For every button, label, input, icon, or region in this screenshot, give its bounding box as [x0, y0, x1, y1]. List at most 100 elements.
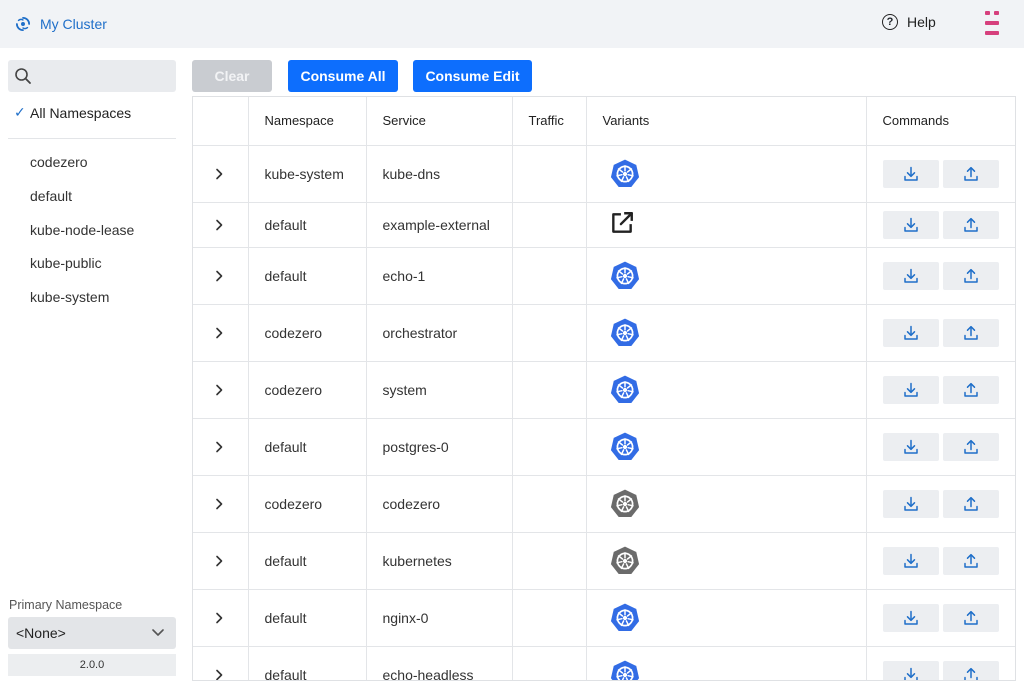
kubernetes-inactive-icon [609, 544, 640, 575]
traffic-cell [512, 532, 587, 590]
service-cell: postgres-0 [366, 418, 513, 476]
serve-button[interactable] [942, 432, 999, 461]
upload-icon [963, 382, 978, 397]
consume-button[interactable] [882, 546, 939, 575]
expand-row-button[interactable] [193, 202, 249, 248]
consume-all-button[interactable]: Consume All [288, 60, 398, 92]
consume-button[interactable] [882, 489, 939, 518]
variants-cell [586, 304, 867, 362]
consume-button[interactable] [882, 603, 939, 632]
cluster-swirl-icon [15, 16, 31, 32]
download-icon [903, 382, 918, 397]
consume-button[interactable] [882, 660, 939, 680]
traffic-cell [512, 304, 587, 362]
table-row[interactable]: codezero codezero [193, 475, 1015, 533]
kubernetes-icon [609, 430, 640, 461]
commands-cell [866, 202, 1015, 248]
upload-icon [963, 553, 978, 568]
table-row[interactable]: default kubernetes [193, 532, 1015, 590]
namespace-item-kube-node-lease[interactable]: kube-node-lease [30, 222, 134, 256]
help-icon: ? [882, 14, 898, 30]
serve-button[interactable] [942, 261, 999, 290]
expand-row-button[interactable] [193, 418, 249, 476]
table-row[interactable]: default postgres-0 [193, 418, 1015, 476]
consume-button[interactable] [882, 432, 939, 461]
table-row[interactable]: default nginx-0 [193, 589, 1015, 647]
chevron-right-icon [216, 270, 223, 281]
kubernetes-icon [609, 157, 640, 188]
cluster-title: My Cluster [40, 16, 107, 32]
download-icon [903, 166, 918, 181]
consume-button[interactable] [882, 261, 939, 290]
column-header-expand [193, 97, 249, 146]
table-row[interactable]: codezero system [193, 361, 1015, 419]
traffic-cell [512, 418, 587, 476]
chevron-right-icon [216, 384, 223, 395]
table-row[interactable]: codezero orchestrator [193, 304, 1015, 362]
namespace-item-default[interactable]: default [30, 188, 134, 222]
expand-row-button[interactable] [193, 145, 249, 203]
commands-cell [866, 646, 1015, 680]
expand-row-button[interactable] [193, 589, 249, 647]
consume-edit-button[interactable]: Consume Edit [413, 60, 532, 92]
cluster-title-link[interactable]: My Cluster [14, 15, 107, 33]
expand-row-button[interactable] [193, 646, 249, 680]
serve-button[interactable] [942, 159, 999, 188]
kubernetes-icon [609, 259, 640, 290]
namespace-search [8, 60, 176, 92]
expand-row-button[interactable] [193, 304, 249, 362]
clear-button[interactable]: Clear [192, 60, 272, 92]
expand-row-button[interactable] [193, 361, 249, 419]
table-row[interactable]: default echo-1 [193, 247, 1015, 305]
download-icon [903, 496, 918, 511]
download-icon [903, 217, 918, 232]
variants-cell [586, 247, 867, 305]
serve-button[interactable] [942, 603, 999, 632]
chevron-down-icon [152, 629, 164, 636]
serve-button[interactable] [942, 375, 999, 404]
table-row[interactable]: default example-external [193, 202, 1015, 248]
consume-button[interactable] [882, 210, 939, 239]
traffic-cell [512, 361, 587, 419]
service-cell: system [366, 361, 513, 419]
kubernetes-inactive-icon [609, 487, 640, 518]
menu-bars-icon[interactable] [985, 11, 999, 35]
table-row[interactable]: default echo-headless [193, 646, 1015, 680]
column-header-traffic: Traffic [512, 97, 587, 146]
check-icon: ✓ [14, 104, 26, 120]
all-namespaces-item[interactable]: ✓ All Namespaces [14, 104, 131, 121]
chevron-right-icon [216, 498, 223, 509]
expand-row-button[interactable] [193, 532, 249, 590]
namespace-cell: default [248, 589, 367, 647]
namespace-cell: kube-system [248, 145, 367, 203]
consume-button[interactable] [882, 318, 939, 347]
namespace-item-codezero[interactable]: codezero [30, 154, 134, 188]
commands-cell [866, 304, 1015, 362]
service-cell: kube-dns [366, 145, 513, 203]
consume-button[interactable] [882, 375, 939, 404]
expand-row-button[interactable] [193, 475, 249, 533]
namespace-item-kube-public[interactable]: kube-public [30, 255, 134, 289]
search-input[interactable] [36, 62, 166, 90]
service-cell: nginx-0 [366, 589, 513, 647]
primary-namespace-select[interactable]: <None> [8, 617, 176, 649]
serve-button[interactable] [942, 210, 999, 239]
chevron-right-icon [216, 669, 223, 680]
chevron-right-icon [216, 168, 223, 179]
service-cell: example-external [366, 202, 513, 248]
serve-button[interactable] [942, 660, 999, 680]
namespace-item-kube-system[interactable]: kube-system [30, 289, 134, 323]
serve-button[interactable] [942, 489, 999, 518]
column-header-commands: Commands [866, 97, 1015, 146]
serve-button[interactable] [942, 318, 999, 347]
chevron-right-icon [216, 555, 223, 566]
help-button[interactable]: ? Help [882, 14, 936, 30]
namespace-cell: default [248, 202, 367, 248]
expand-row-button[interactable] [193, 247, 249, 305]
service-cell: echo-1 [366, 247, 513, 305]
version-label: 2.0.0 [8, 654, 176, 676]
consume-button[interactable] [882, 159, 939, 188]
serve-button[interactable] [942, 546, 999, 575]
download-icon [903, 553, 918, 568]
table-row[interactable]: kube-system kube-dns [193, 145, 1015, 203]
